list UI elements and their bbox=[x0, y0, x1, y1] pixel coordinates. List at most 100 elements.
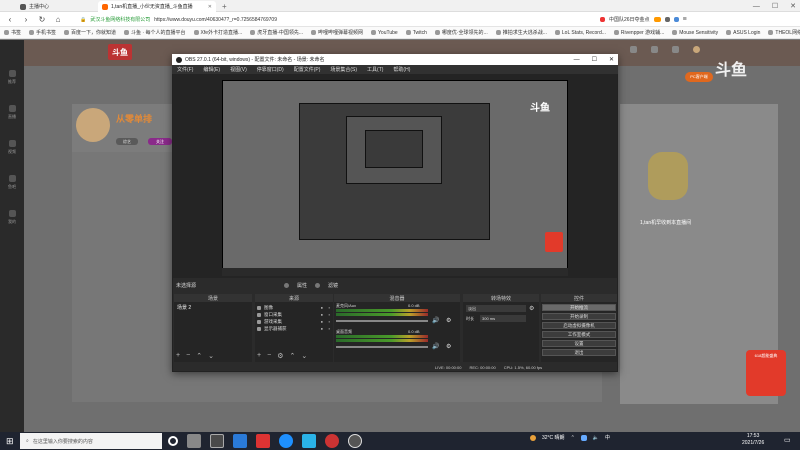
filter-icon[interactable] bbox=[315, 283, 321, 288]
browser-tab-douyu[interactable]: 1,tan机直播_小伙无资直播_斗鱼直播 ✕ bbox=[98, 1, 216, 12]
settings-button[interactable]: 设置 bbox=[542, 340, 616, 347]
tab-close-icon[interactable]: ✕ bbox=[208, 4, 212, 10]
bookmark-item[interactable]: 书签 bbox=[4, 29, 21, 36]
douyu-logo[interactable]: 斗鱼 bbox=[108, 44, 132, 60]
mixer-gear-icon[interactable]: ⚙ bbox=[446, 343, 451, 350]
left-nav-item[interactable]: 视频 bbox=[8, 140, 16, 155]
pc-client-badge[interactable]: PC客户端 bbox=[685, 72, 713, 82]
category-tag[interactable]: 综艺 bbox=[116, 138, 138, 145]
scene-list-item[interactable]: 场景 2 bbox=[175, 304, 251, 311]
filters-button[interactable]: 滤镜 bbox=[328, 282, 338, 289]
eye-icon[interactable]: ● bbox=[321, 312, 323, 317]
eye-icon[interactable]: ● bbox=[321, 305, 323, 310]
bookmark-item[interactable]: ASUS Login bbox=[726, 30, 760, 36]
bookmark-item[interactable]: 推拍求生大逃杀战... bbox=[495, 29, 547, 36]
obs-menu-item[interactable]: 视图(V) bbox=[230, 66, 247, 73]
eye-icon[interactable]: ● bbox=[321, 326, 323, 331]
source-item-game[interactable]: 游戏采集 ● ▪ bbox=[257, 318, 331, 325]
bookmark-item[interactable]: 哪度优·全球领先的... bbox=[434, 29, 488, 36]
message-icon[interactable] bbox=[672, 46, 679, 53]
promo-banner[interactable]: 618超能盛典 bbox=[746, 350, 786, 396]
back-icon[interactable]: ‹ bbox=[6, 15, 14, 24]
start-streaming-button[interactable]: 开始推流 bbox=[542, 304, 616, 311]
edge-icon[interactable] bbox=[279, 434, 293, 448]
source-item-display[interactable]: 显示器捕获 ● ▪ bbox=[257, 325, 331, 332]
extensions-icon[interactable] bbox=[664, 17, 670, 22]
browser-tab-anchor-center[interactable]: 主播中心 bbox=[16, 1, 96, 12]
history-icon[interactable] bbox=[630, 46, 637, 53]
minimize-button[interactable]: — bbox=[753, 3, 760, 10]
cortana-icon[interactable] bbox=[168, 436, 178, 446]
move-down-icon[interactable]: ⌄ bbox=[208, 352, 214, 360]
move-down-icon[interactable]: ⌄ bbox=[301, 352, 307, 360]
taskbar-clock[interactable]: 17:53 2021/7/26 bbox=[742, 433, 764, 447]
bookmark-item[interactable]: THEOL网络教学平... bbox=[768, 29, 800, 36]
virtual-camera-button[interactable]: 启动虚拟摄像机 bbox=[542, 322, 616, 329]
bookmark-item[interactable]: 虎牙直播-中国领先... bbox=[250, 29, 303, 36]
obs-menu-item[interactable]: 文件(F) bbox=[177, 66, 193, 73]
close-button[interactable]: ✕ bbox=[790, 2, 796, 10]
bookmark-item[interactable]: LoL Stats, Record... bbox=[554, 30, 606, 36]
app-red-icon[interactable] bbox=[256, 434, 270, 448]
transition-select[interactable]: 淡出 bbox=[466, 305, 526, 312]
follow-icon[interactable] bbox=[651, 46, 658, 53]
bookmark-item[interactable]: 手机书签 bbox=[29, 29, 56, 36]
forward-icon[interactable]: › bbox=[22, 15, 30, 24]
streamer-avatar[interactable] bbox=[76, 108, 110, 142]
properties-button[interactable]: 属性 bbox=[297, 282, 307, 289]
speaker-icon[interactable]: 🔊 bbox=[432, 317, 439, 324]
obs-maximize-button[interactable]: ☐ bbox=[592, 56, 597, 63]
store-icon[interactable] bbox=[210, 434, 224, 448]
bookmark-item[interactable]: 百度一下，你就知道 bbox=[64, 29, 116, 36]
weather-text[interactable]: 32°C 晴朗 bbox=[542, 434, 565, 441]
eye-icon[interactable]: ● bbox=[321, 319, 323, 324]
notification-icon[interactable]: ▭ bbox=[784, 436, 791, 444]
duration-input[interactable]: 300 ms bbox=[480, 315, 526, 322]
source-gear-icon[interactable]: ⚙ bbox=[277, 352, 283, 360]
left-nav-item[interactable]: 推荐 bbox=[8, 70, 16, 85]
lock-icon[interactable]: ▪ bbox=[329, 326, 330, 331]
obs-menu-item[interactable]: 停靠窗口(D) bbox=[257, 66, 284, 73]
bookmark-item[interactable]: Rivenpper 游戏辅... bbox=[613, 29, 664, 36]
exit-button[interactable]: 退出 bbox=[542, 349, 616, 356]
ime-indicator[interactable]: 中 bbox=[605, 434, 610, 441]
browser-360-icon[interactable] bbox=[325, 434, 339, 448]
remove-source-icon[interactable]: − bbox=[267, 352, 271, 360]
new-tab-button[interactable]: + bbox=[218, 1, 232, 12]
left-nav-item[interactable]: 直播 bbox=[8, 105, 16, 120]
follow-tag[interactable]: 关注 bbox=[148, 138, 172, 145]
volume-fader[interactable] bbox=[336, 346, 428, 348]
bookmark-item[interactable]: Mouse Sensitivity bbox=[672, 30, 718, 36]
lock-icon[interactable]: ▪ bbox=[329, 319, 330, 324]
menu-icon[interactable]: ≡ bbox=[683, 16, 687, 23]
remove-scene-icon[interactable]: − bbox=[186, 352, 190, 360]
obs-menu-item[interactable]: 场景集合(S) bbox=[330, 66, 357, 73]
download-icon[interactable] bbox=[673, 17, 679, 22]
add-scene-icon[interactable]: + bbox=[176, 352, 180, 360]
url-field[interactable]: 🔒 武汉斗鱼网络科技有限公司 https://www.douyu.com/406… bbox=[80, 14, 550, 25]
obs-icon[interactable] bbox=[348, 434, 362, 448]
speaker-icon[interactable]: 🔊 bbox=[432, 343, 439, 350]
obs-menu-item[interactable]: 配置文件(P) bbox=[294, 66, 321, 73]
game-icon[interactable] bbox=[653, 17, 661, 22]
network-icon[interactable] bbox=[580, 434, 587, 441]
gear-icon[interactable] bbox=[284, 283, 290, 288]
source-item-image[interactable]: 图像 ● ▪ bbox=[257, 304, 331, 311]
left-nav-item[interactable]: 鱼吧 bbox=[8, 175, 16, 190]
task-view-icon[interactable] bbox=[187, 434, 201, 448]
mixer-gear-icon[interactable]: ⚙ bbox=[446, 317, 451, 324]
bookmark-item[interactable]: Xfe外卡打造直播... bbox=[193, 29, 242, 36]
news-text[interactable]: 中国队26日夺金点 bbox=[609, 16, 650, 23]
obs-menu-item[interactable]: 帮助(H) bbox=[393, 66, 410, 73]
bookmark-item[interactable]: YouTube bbox=[371, 30, 398, 36]
left-nav-item[interactable]: 我的 bbox=[8, 210, 16, 225]
mail-icon[interactable] bbox=[233, 434, 247, 448]
move-up-icon[interactable]: ⌃ bbox=[196, 352, 202, 360]
bookmark-item[interactable]: 哔哩哔哩弹幕视频网 bbox=[311, 29, 363, 36]
up-arrow-icon[interactable]: ⌃ bbox=[571, 435, 575, 441]
taskbar-search[interactable]: ⌕ 在这里输入你要搜索的内容 bbox=[20, 433, 162, 449]
lock-icon[interactable]: ▪ bbox=[329, 305, 330, 310]
maximize-button[interactable]: ☐ bbox=[772, 2, 778, 10]
add-source-icon[interactable]: + bbox=[257, 352, 261, 360]
obs-minimize-button[interactable]: — bbox=[574, 57, 580, 63]
